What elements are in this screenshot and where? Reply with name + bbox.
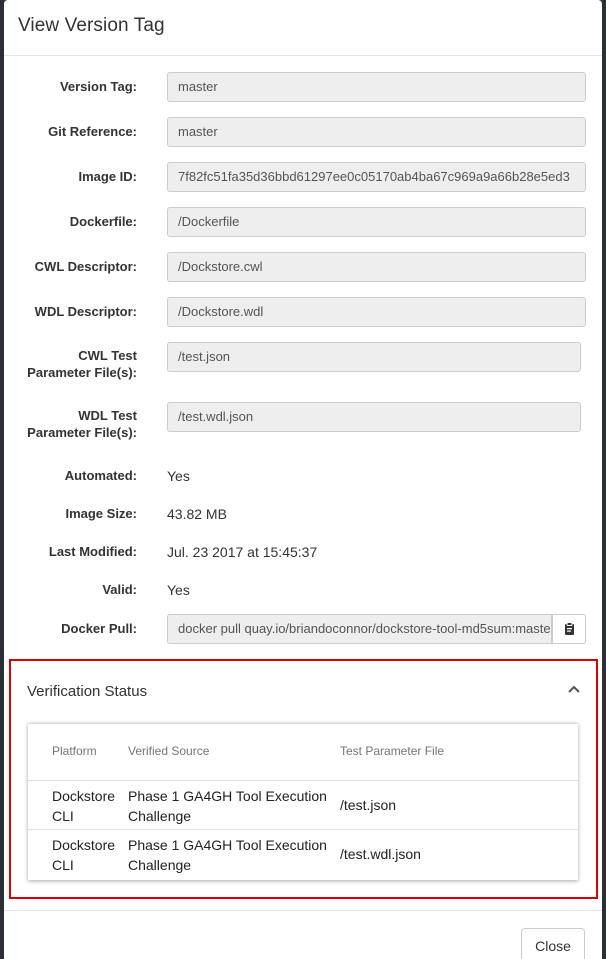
platform-cell: Dockstore CLI xyxy=(52,786,115,826)
verification-status-panel: Verification Status Platform Verified So… xyxy=(9,659,598,899)
modal-title: View Version Tag xyxy=(18,15,165,36)
image-size-value: 43.82 MB xyxy=(167,506,227,522)
platform-cell-line2: CLI xyxy=(52,808,74,824)
clipboard-icon xyxy=(564,622,574,635)
verified-source-cell-line2: Challenge xyxy=(128,857,192,873)
platform-cell-line2: CLI xyxy=(52,857,74,873)
last-modified-label: Last Modified: xyxy=(48,544,137,559)
modal-footer: Close xyxy=(4,910,602,959)
verified-source-cell: Phase 1 GA4GH Tool Execution Challenge xyxy=(128,835,327,875)
cwl-test-label: CWL Test Parameter File(s): xyxy=(27,347,137,381)
cwl-test-label-line1: CWL Test xyxy=(78,348,137,363)
git-reference-label: Git Reference: xyxy=(48,124,137,139)
column-header-test-parameter-file: Test Parameter File xyxy=(340,744,445,758)
wdl-test-label-line1: WDL Test xyxy=(78,408,137,423)
platform-cell-line1: Dockstore xyxy=(52,788,116,804)
column-header-platform: Platform xyxy=(52,744,97,758)
docker-pull-field[interactable]: docker pull quay.io/briandoconnor/dockst… xyxy=(167,614,552,644)
test-parameter-file-cell: /test.wdl.json xyxy=(340,846,421,862)
version-tag-label: Version Tag: xyxy=(59,79,137,94)
wdl-test-label-line2: Parameter File(s): xyxy=(27,425,137,440)
valid-label: Valid: xyxy=(102,582,137,597)
automated-value: Yes xyxy=(167,468,190,484)
modal-header: View Version Tag xyxy=(4,0,602,56)
table-row: Dockstore CLI Phase 1 GA4GH Tool Executi… xyxy=(28,780,578,829)
table-row: Dockstore CLI Phase 1 GA4GH Tool Executi… xyxy=(28,829,578,878)
dockerfile-label: Dockerfile: xyxy=(69,214,137,229)
wdl-descriptor-label: WDL Descriptor: xyxy=(34,304,137,319)
cwl-test-field[interactable]: /test.json xyxy=(167,342,581,372)
platform-cell: Dockstore CLI xyxy=(52,835,115,875)
backdrop-right xyxy=(602,0,606,959)
cwl-test-label-line2: Parameter File(s): xyxy=(27,365,137,380)
version-tag-field[interactable]: master xyxy=(167,72,586,102)
dockerfile-field[interactable]: /Dockerfile xyxy=(167,207,586,237)
column-header-verified-source: Verified Source xyxy=(128,744,210,758)
platform-cell-line1: Dockstore xyxy=(52,837,116,853)
close-button[interactable]: Close xyxy=(521,928,585,959)
last-modified-value: Jul. 23 2017 at 15:45:37 xyxy=(167,544,318,560)
verified-source-cell-line2: Challenge xyxy=(128,808,192,824)
verification-table: Platform Verified Source Test Parameter … xyxy=(28,723,578,880)
view-version-tag-modal: View Version Tag Version Tag: master Git… xyxy=(4,0,602,959)
wdl-test-label: WDL Test Parameter File(s): xyxy=(27,407,137,441)
wdl-descriptor-field[interactable]: /Dockstore.wdl xyxy=(167,297,586,327)
docker-pull-label: Docker Pull: xyxy=(61,621,137,636)
test-parameter-file-cell: /test.json xyxy=(340,797,397,813)
automated-label: Automated: xyxy=(64,468,137,483)
verified-source-cell-line1: Phase 1 GA4GH Tool Execution xyxy=(128,788,327,804)
verification-status-title: Verification Status xyxy=(27,683,148,700)
image-size-label: Image Size: xyxy=(65,506,137,521)
chevron-up-icon[interactable] xyxy=(566,681,582,697)
wdl-test-field[interactable]: /test.wdl.json xyxy=(167,402,581,432)
image-id-label: Image ID: xyxy=(78,169,137,184)
verified-source-cell-line1: Phase 1 GA4GH Tool Execution xyxy=(128,837,327,853)
cwl-descriptor-field[interactable]: /Dockstore.cwl xyxy=(167,252,586,282)
git-reference-field[interactable]: master xyxy=(167,117,586,147)
cwl-descriptor-label: CWL Descriptor: xyxy=(34,259,137,274)
image-id-field[interactable]: 7f82fc51fa35d36bbd61297ee0c05170ab4ba67c… xyxy=(167,162,586,192)
copy-button[interactable] xyxy=(552,614,586,644)
verified-source-cell: Phase 1 GA4GH Tool Execution Challenge xyxy=(128,786,327,826)
valid-value: Yes xyxy=(167,582,190,598)
